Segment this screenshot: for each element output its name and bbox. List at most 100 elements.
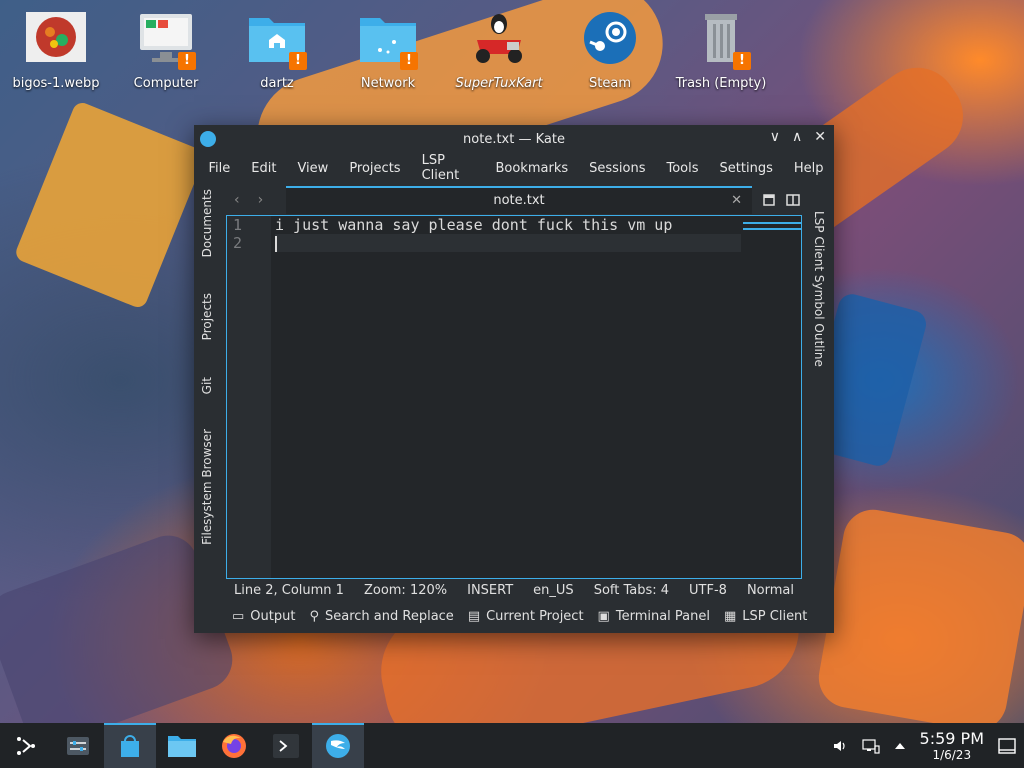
menu-projects[interactable]: Projects	[339, 161, 411, 176]
menu-edit[interactable]: Edit	[241, 161, 287, 176]
volume-icon[interactable]	[832, 738, 848, 754]
task-konsole[interactable]	[260, 723, 312, 768]
tab-label: note.txt	[493, 193, 545, 208]
menu-bar: File Edit View Projects LSP Client Bookm…	[194, 153, 834, 183]
desktop-icon-network[interactable]: ! Network	[333, 10, 443, 91]
maximize-icon[interactable]: ∧	[792, 129, 802, 145]
title-bar[interactable]: note.txt — Kate ∨ ∧ ✕	[194, 125, 834, 153]
tab-close-icon[interactable]: ✕	[731, 193, 742, 208]
desktop-icon-trash[interactable]: ! Trash (Empty)	[666, 10, 776, 91]
line-number: 2	[233, 234, 243, 252]
lsp-icon: ▦	[724, 609, 737, 624]
terminal-icon: ▣	[597, 609, 610, 624]
system-tray: 5:59 PM 1/6/23	[832, 723, 1024, 768]
tab-navigation: ‹ ›	[226, 192, 286, 208]
computer-icon: !	[134, 10, 198, 70]
menu-settings[interactable]: Settings	[709, 161, 783, 176]
task-discover[interactable]	[104, 723, 156, 768]
sidebar-tab-filesystem-browser[interactable]: Filesystem Browser	[200, 429, 214, 545]
forward-arrow-icon[interactable]: ›	[258, 192, 264, 208]
line-number-gutter: 1 2	[227, 216, 271, 578]
encoding[interactable]: UTF-8	[689, 583, 727, 603]
text-editor[interactable]: 1 2 i just wanna say please dont fuck th…	[226, 215, 802, 579]
cursor-position[interactable]: Line 2, Column 1	[234, 583, 344, 603]
warning-badge: !	[289, 52, 307, 70]
task-system-settings[interactable]	[52, 723, 104, 768]
image-file-icon	[24, 10, 88, 70]
network-icon[interactable]	[861, 738, 880, 754]
desktop-icon-computer[interactable]: ! Computer	[111, 10, 221, 91]
menu-view[interactable]: View	[287, 161, 339, 176]
panel-label: Output	[250, 609, 296, 624]
tab-bar: ‹ › note.txt ✕	[226, 185, 802, 214]
current-line	[275, 234, 741, 252]
panel-terminal[interactable]: ▣ Terminal Panel	[598, 609, 710, 631]
desktop-icon-label: Steam	[589, 76, 631, 91]
menu-help[interactable]: Help	[783, 161, 834, 176]
sidebar-tab-projects[interactable]: Projects	[200, 293, 214, 340]
line-number: 1	[233, 216, 243, 234]
steam-icon	[578, 10, 642, 70]
menu-lsp-client[interactable]: LSP Client	[411, 153, 485, 183]
desktop-icon-label: dartz	[260, 76, 294, 91]
window-controls: ∨ ∧ ✕	[770, 129, 826, 145]
clock[interactable]: 5:59 PM 1/6/23	[920, 729, 984, 762]
sidebar-tab-documents[interactable]: Documents	[200, 189, 214, 257]
panel-current-project[interactable]: ▤ Current Project	[468, 609, 584, 631]
search-icon: ⚲	[309, 609, 319, 624]
new-document-icon[interactable]	[762, 193, 776, 207]
desktop-icon-dartz[interactable]: ! dartz	[222, 10, 332, 91]
task-dolphin[interactable]	[156, 723, 208, 768]
bottom-panel-bar: ▭ Output ⚲ Search and Replace ▤ Current Pro…	[226, 609, 808, 631]
panel-label: Terminal Panel	[615, 609, 710, 624]
desktop-icon-label: Network	[360, 76, 416, 91]
code-area[interactable]: i just wanna say please dont fuck this v…	[275, 216, 741, 252]
warning-badge: !	[178, 52, 196, 70]
menu-sessions[interactable]: Sessions	[579, 161, 656, 176]
indentation-setting[interactable]: Soft Tabs: 4	[594, 583, 669, 603]
task-kate[interactable]	[312, 723, 364, 768]
right-sidebar: LSP Client Symbol Outline	[804, 185, 834, 575]
split-view-icon[interactable]	[786, 193, 800, 207]
desktop-icon-label: SuperTuxKart	[455, 76, 543, 91]
spellcheck-language[interactable]: en_US	[533, 583, 574, 603]
panel-output[interactable]: ▭ Output	[232, 609, 295, 631]
sidebar-tab-git[interactable]: Git	[200, 377, 214, 394]
desktop-icon-steam[interactable]: Steam	[555, 10, 665, 91]
status-bar: Line 2, Column 1 Zoom: 120% INSERT en_US…	[226, 583, 802, 603]
back-arrow-icon[interactable]: ‹	[234, 192, 240, 208]
minimap[interactable]	[743, 216, 801, 578]
panel-search-replace[interactable]: ⚲ Search and Replace	[309, 609, 453, 631]
app-launcher-button[interactable]	[0, 723, 52, 768]
zoom-level[interactable]: Zoom: 120%	[364, 583, 447, 603]
sidebar-tab-lsp-symbol-outline[interactable]: LSP Client Symbol Outline	[812, 211, 826, 367]
desktop-icon-supertuxkart[interactable]: SuperTuxKart	[444, 10, 554, 91]
left-sidebar: Documents Projects Git Filesystem Browse…	[194, 185, 224, 575]
menu-file[interactable]: File	[198, 161, 241, 176]
minimap-viewport[interactable]	[743, 222, 801, 230]
tray-expand-icon[interactable]	[894, 741, 906, 751]
app-launcher-icon	[17, 736, 35, 755]
menu-bookmarks[interactable]: Bookmarks	[485, 161, 579, 176]
input-mode[interactable]: INSERT	[467, 583, 513, 603]
tab-note-txt[interactable]: note.txt ✕	[286, 185, 752, 214]
project-icon: ▤	[467, 609, 481, 624]
supertuxkart-icon	[467, 10, 531, 70]
show-desktop-icon[interactable]	[998, 737, 1016, 754]
menu-tools[interactable]: Tools	[656, 161, 709, 176]
firefox-icon	[222, 733, 246, 758]
home-folder-icon: !	[245, 10, 309, 70]
desktop-icon-bigos[interactable]: bigos-1.webp	[1, 10, 111, 91]
window-title: note.txt — Kate	[463, 131, 565, 147]
kate-app-icon[interactable]	[200, 131, 216, 147]
syntax-mode[interactable]: Normal	[747, 583, 794, 603]
taskbar: 5:59 PM 1/6/23	[0, 723, 1024, 768]
kate-window: note.txt — Kate ∨ ∧ ✕ File Edit View Pro…	[194, 125, 834, 633]
close-icon[interactable]: ✕	[814, 129, 826, 145]
text-caret	[275, 235, 277, 252]
panel-label: LSP Client	[742, 609, 808, 624]
panel-lsp-client[interactable]: ▦ LSP Client	[724, 609, 807, 631]
panel-label: Search and Replace	[325, 609, 454, 624]
task-firefox[interactable]	[208, 723, 260, 768]
minimize-icon[interactable]: ∨	[770, 129, 780, 145]
